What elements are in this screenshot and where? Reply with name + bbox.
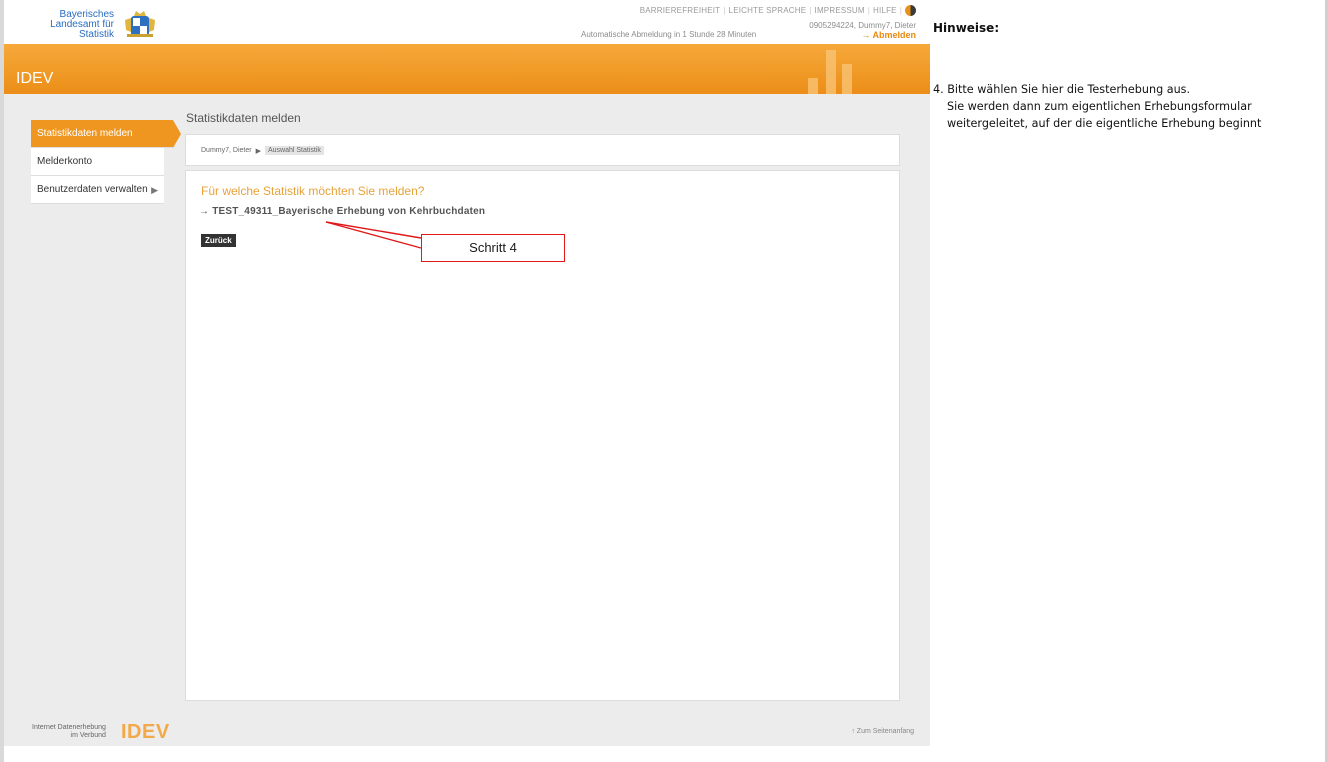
app-header-banner: IDEV [4, 44, 930, 94]
agency-name-line1: Bayerisches Landesamt für [50, 9, 114, 30]
sidebar-item-statistikdaten-melden[interactable]: Statistikdaten melden [31, 120, 181, 148]
chevron-right-icon: ▶ [151, 185, 158, 195]
user-info: 0905294224, Dummy7, Dieter [809, 21, 916, 30]
contrast-toggle-icon[interactable] [905, 5, 916, 16]
breadcrumb-user[interactable]: Dummy7, Dieter [201, 147, 252, 154]
link-barrierefreiheit[interactable]: BARRIEREFREIHEIT [640, 6, 721, 15]
sidebar-item-label: Melderkonto [37, 156, 93, 167]
to-top-label: Zum Seitenanfang [856, 728, 914, 735]
breadcrumb-separator-icon: ▶ [255, 147, 261, 155]
footer-text-line1: Internet Datenerhebung [32, 724, 106, 731]
to-top-link[interactable]: ↑ Zum Seitenanfang [851, 728, 914, 735]
app-title: IDEV [16, 70, 54, 87]
agency-name-line2: Statistik [78, 29, 114, 40]
page-title: Statistikdaten melden [186, 111, 301, 125]
link-impressum[interactable]: IMPRESSUM [815, 6, 865, 15]
breadcrumb-bar: Dummy7, Dieter ▶ Auswahl Statistik [185, 134, 900, 166]
statistic-link[interactable]: → TEST_49311_Bayerische Erhebung von Keh… [199, 206, 485, 217]
footer: Internet Datenerhebung im Verbund IDEV ↑… [4, 716, 930, 746]
hint-line-2: Sie werden dann zum eigentlichen Erhebun… [947, 100, 1252, 113]
link-hilfe[interactable]: HILFE [873, 6, 897, 15]
top-bar: Bayerisches Landesamt für Statistik BARR… [4, 0, 930, 44]
auto-logout-info: Automatische Abmeldung in 1 Stunde 28 Mi… [581, 30, 757, 39]
footer-text-line2: im Verbund [70, 732, 106, 739]
step-callout: Schritt 4 [421, 234, 565, 262]
hint-line-3: weitergeleitet, auf der die eigentliche … [947, 117, 1262, 130]
sidebar-item-label: Benutzerdaten verwalten [37, 184, 148, 195]
hint-line-1: 4. Bitte wählen Sie hier die Testerhebun… [933, 83, 1191, 96]
footer-text: Internet Datenerhebung im Verbund [32, 724, 106, 740]
logout-link[interactable]: → Abmelden [861, 30, 916, 40]
sidebar-item-label: Statistikdaten melden [37, 128, 133, 139]
statistic-question: Für welche Statistik möchten Sie melden? [201, 184, 425, 198]
sidebar-item-melderkonto[interactable]: Melderkonto [31, 148, 164, 176]
sidebar-item-benutzerdaten-verwalten[interactable]: Benutzerdaten verwalten ▶ [31, 176, 164, 204]
back-button[interactable]: Zurück [201, 234, 236, 247]
statistic-link-label: TEST_49311_Bayerische Erhebung von Kehrb… [212, 206, 486, 217]
top-links: BARRIEREFREIHEIT | LEICHTE SPRACHE | IMP… [640, 5, 916, 16]
sidebar-nav: Statistikdaten melden Melderkonto Benutz… [31, 120, 181, 204]
bavarian-crest-icon [125, 11, 155, 37]
logout-label: Abmelden [872, 30, 916, 40]
bar-chart-logo-icon [808, 50, 852, 94]
link-leichte-sprache[interactable]: LEICHTE SPRACHE [729, 6, 807, 15]
hints-body: 4. Bitte wählen Sie hier die Testerhebun… [933, 81, 1325, 132]
breadcrumb: Dummy7, Dieter ▶ Auswahl Statistik [201, 146, 324, 155]
hints-title: Hinweise: [933, 21, 1000, 35]
breadcrumb-current: Auswahl Statistik [264, 146, 324, 155]
agency-logo-text[interactable]: Bayerisches Landesamt für Statistik [14, 10, 114, 40]
footer-logo: IDEV [121, 721, 170, 743]
